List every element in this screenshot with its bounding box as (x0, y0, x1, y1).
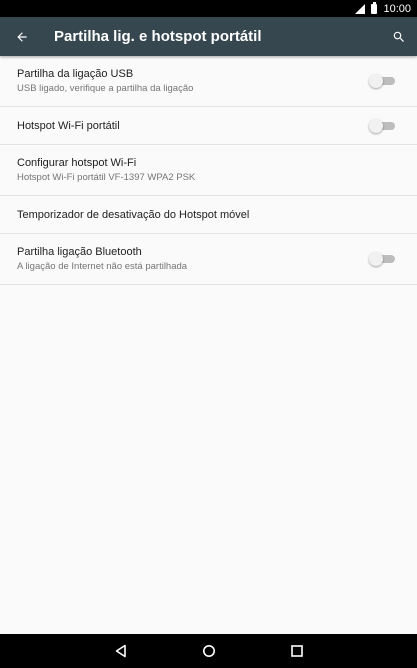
usb-tethering-title: Partilha da ligação USB (17, 68, 134, 80)
wifi-hotspot-toggle[interactable] (369, 118, 395, 133)
configure-hotspot-row[interactable]: Configurar hotspot Wi-Fi Hotspot Wi-Fi p… (0, 145, 417, 196)
recents-square-icon (290, 645, 303, 657)
arrow-left-icon (17, 31, 27, 42)
back-triangle-icon (115, 644, 126, 658)
bluetooth-tethering-title: Partilha ligação Bluetooth (17, 246, 142, 258)
bluetooth-tethering-row[interactable]: Partilha ligação Bluetooth A ligação de … (0, 234, 417, 285)
toggle-thumb (369, 118, 383, 133)
bluetooth-tethering-toggle[interactable] (369, 252, 395, 266)
page-title: Partilha lig. e hotspot portátil (54, 28, 262, 45)
settings-list: Partilha da ligação USB USB ligado, veri… (0, 56, 417, 285)
nav-recents-button[interactable] (277, 634, 317, 668)
usb-tethering-subtitle: USB ligado, verifique a partilha da liga… (17, 83, 194, 94)
app-bar: Partilha lig. e hotspot portátil (0, 17, 417, 56)
wifi-hotspot-row[interactable]: Hotspot Wi-Fi portátil (0, 107, 417, 145)
signal-icon (355, 3, 366, 14)
configure-hotspot-title: Configurar hotspot Wi-Fi (17, 157, 137, 169)
configure-hotspot-subtitle: Hotspot Wi-Fi portátil VF-1397 WPA2 PSK (17, 172, 196, 183)
search-button[interactable] (382, 17, 416, 56)
toggle-thumb (369, 74, 383, 88)
status-bar: 10:00 (0, 0, 417, 17)
back-button[interactable] (0, 17, 44, 56)
battery-icon (371, 1, 378, 14)
nav-home-button[interactable] (189, 634, 229, 668)
search-icon (393, 31, 404, 42)
home-circle-icon (202, 645, 215, 657)
wifi-hotspot-title: Hotspot Wi-Fi portátil (17, 119, 120, 132)
usb-tethering-toggle[interactable] (369, 74, 395, 88)
usb-tethering-row[interactable]: Partilha da ligação USB USB ligado, veri… (0, 56, 417, 107)
nav-back-button[interactable] (101, 634, 141, 668)
hotspot-timer-row[interactable]: Temporizador de desativação do Hotspot m… (0, 196, 417, 234)
status-time: 10:00 (383, 2, 411, 15)
hotspot-timer-title: Temporizador de desativação do Hotspot m… (17, 208, 250, 221)
navigation-bar (0, 634, 417, 668)
bluetooth-tethering-subtitle: A ligação de Internet não está partilhad… (17, 261, 188, 272)
toggle-thumb (369, 252, 383, 266)
